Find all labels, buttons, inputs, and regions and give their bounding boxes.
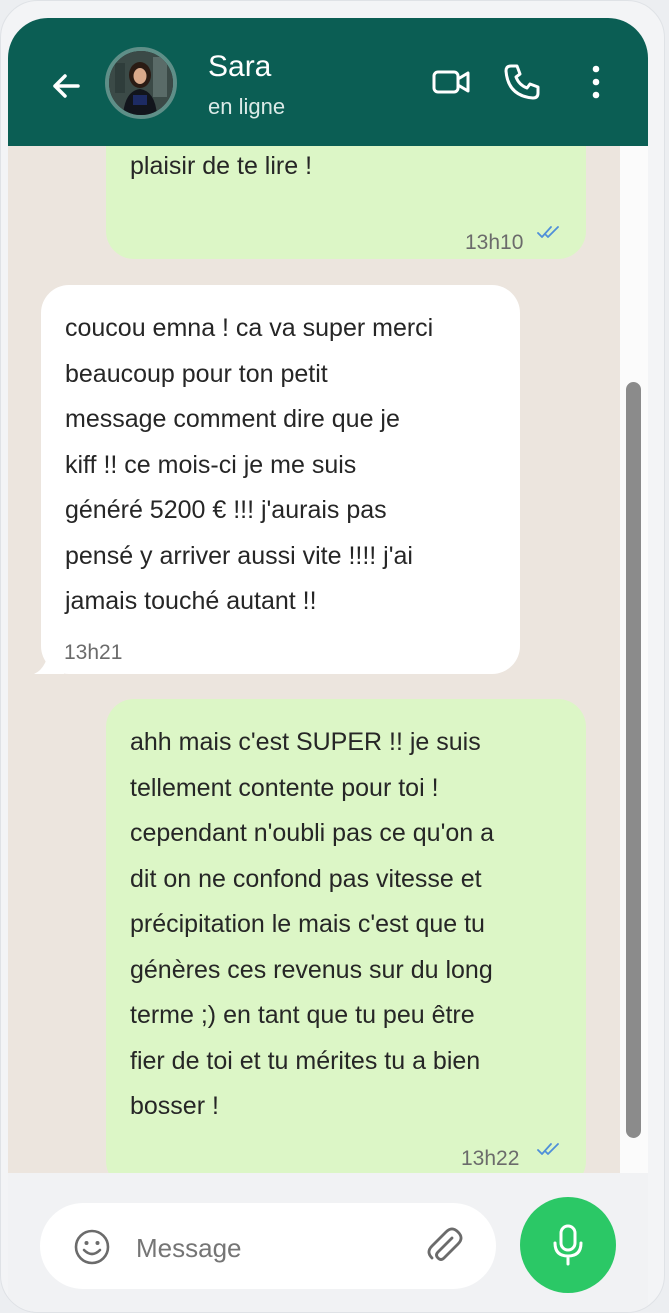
message-time: 13h10 [465,231,524,254]
video-call-icon[interactable] [431,62,471,102]
avatar[interactable] [105,47,177,119]
message-text: ahh mais c'est SUPER !! je suis tellemen… [130,728,495,1120]
message-text: coucou emna ! ca va super merci beaucoup… [65,314,434,615]
emoji-icon[interactable] [73,1228,111,1266]
message-time: 13h21 [64,641,123,664]
more-options-icon[interactable] [576,62,616,102]
message-time: 13h22 [461,1147,520,1170]
chat-header: Sara en ligne [8,18,648,146]
read-receipt-icon [537,226,559,238]
message-bubble-incoming[interactable]: coucou emna ! ca va super merci beaucoup… [41,285,520,674]
microphone-icon [553,1224,583,1266]
contact-status: en ligne [208,94,286,119]
message-input[interactable] [136,1233,406,1263]
voice-call-icon[interactable] [502,62,542,102]
avatar-photo [109,51,173,115]
read-receipt-icon [537,1143,559,1155]
attach-icon[interactable] [424,1226,464,1266]
message-bubble-outgoing[interactable]: ahh mais c'est SUPER !! je suis tellemen… [106,699,586,1173]
message-text: plaisir de te lire ! [130,152,313,180]
scrollbar-thumb[interactable] [626,382,641,1138]
contact-name[interactable]: Sara [208,50,271,84]
back-arrow-icon[interactable] [48,68,84,104]
message-bubble-outgoing[interactable]: plaisir de te lire ! 13h10 [106,146,586,259]
message-list[interactable]: plaisir de te lire ! 13h10 coucou emna !… [8,146,620,1173]
microphone-button[interactable] [520,1197,616,1293]
phone-frame: Sara en ligne plaisir de te lire ! 13h10 [0,0,665,1313]
